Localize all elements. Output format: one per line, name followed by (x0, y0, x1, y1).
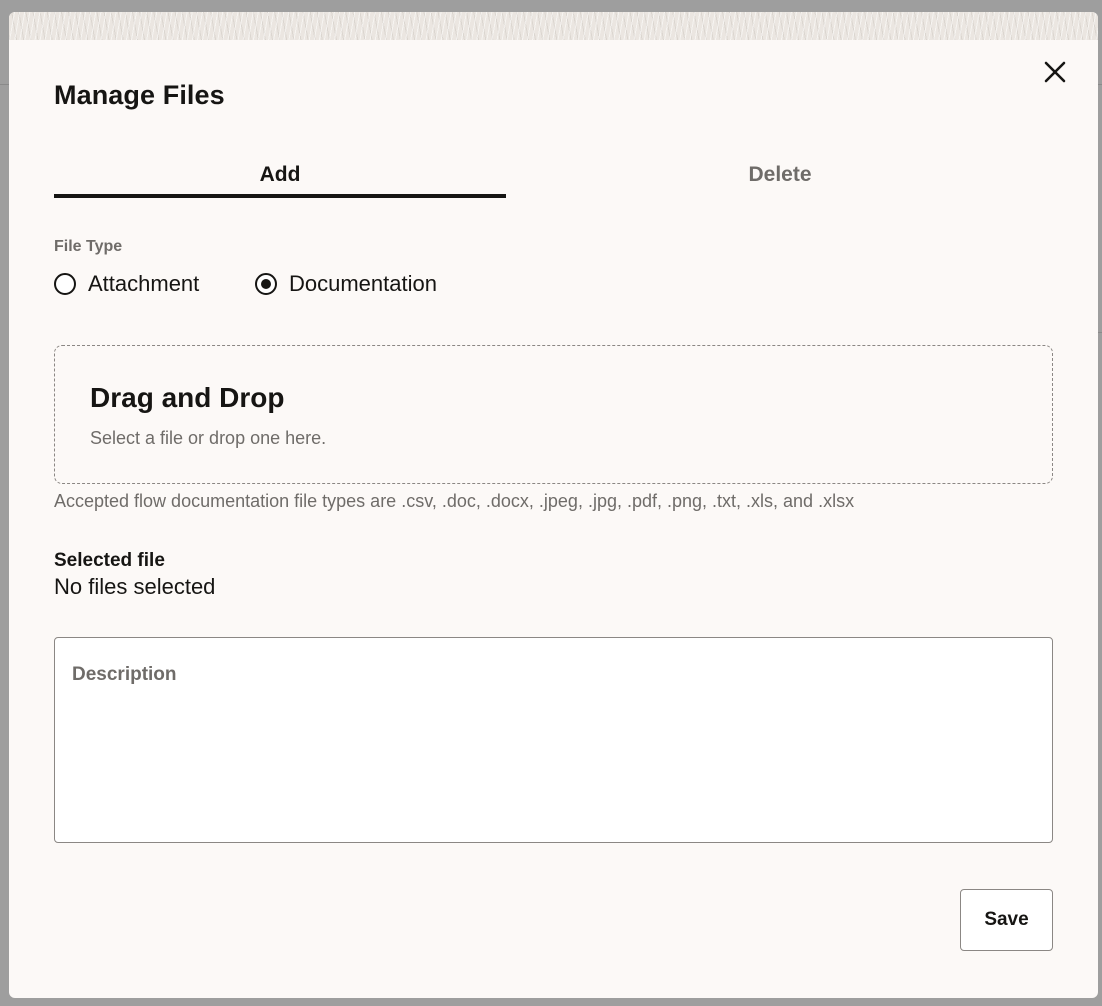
description-input[interactable] (55, 638, 1052, 842)
accepted-file-types-help: Accepted flow documentation file types a… (54, 491, 855, 511)
save-button[interactable]: Save (960, 889, 1053, 951)
radio-attachment[interactable]: Attachment (54, 270, 199, 298)
file-type-label: File Type (54, 238, 123, 255)
close-button[interactable] (1041, 58, 1069, 86)
radio-attachment-label: Attachment (88, 271, 200, 296)
selected-file-value: No files selected (54, 574, 216, 599)
close-icon (1044, 61, 1066, 83)
dialog-header-texture (9, 12, 1098, 40)
radio-documentation[interactable]: Documentation (255, 270, 437, 298)
description-field[interactable] (54, 637, 1053, 843)
radio-dot (261, 279, 271, 289)
selected-file-label: Selected file (54, 550, 165, 571)
dropzone-title: Drag and Drop (90, 382, 285, 413)
radio-checked-icon (255, 273, 277, 295)
selected-tab-indicator (54, 194, 506, 198)
dropzone-subtitle: Select a file or drop one here. (90, 428, 327, 448)
file-dropzone[interactable]: Drag and Drop Select a file or drop one … (54, 345, 1053, 484)
radio-documentation-label: Documentation (289, 271, 437, 296)
manage-files-dialog: Manage Files Add Delete File Type Attach… (9, 12, 1098, 998)
tab-delete[interactable]: Delete (555, 148, 1005, 202)
radio-unchecked-icon (54, 273, 76, 295)
dialog-title: Manage Files (54, 80, 225, 110)
